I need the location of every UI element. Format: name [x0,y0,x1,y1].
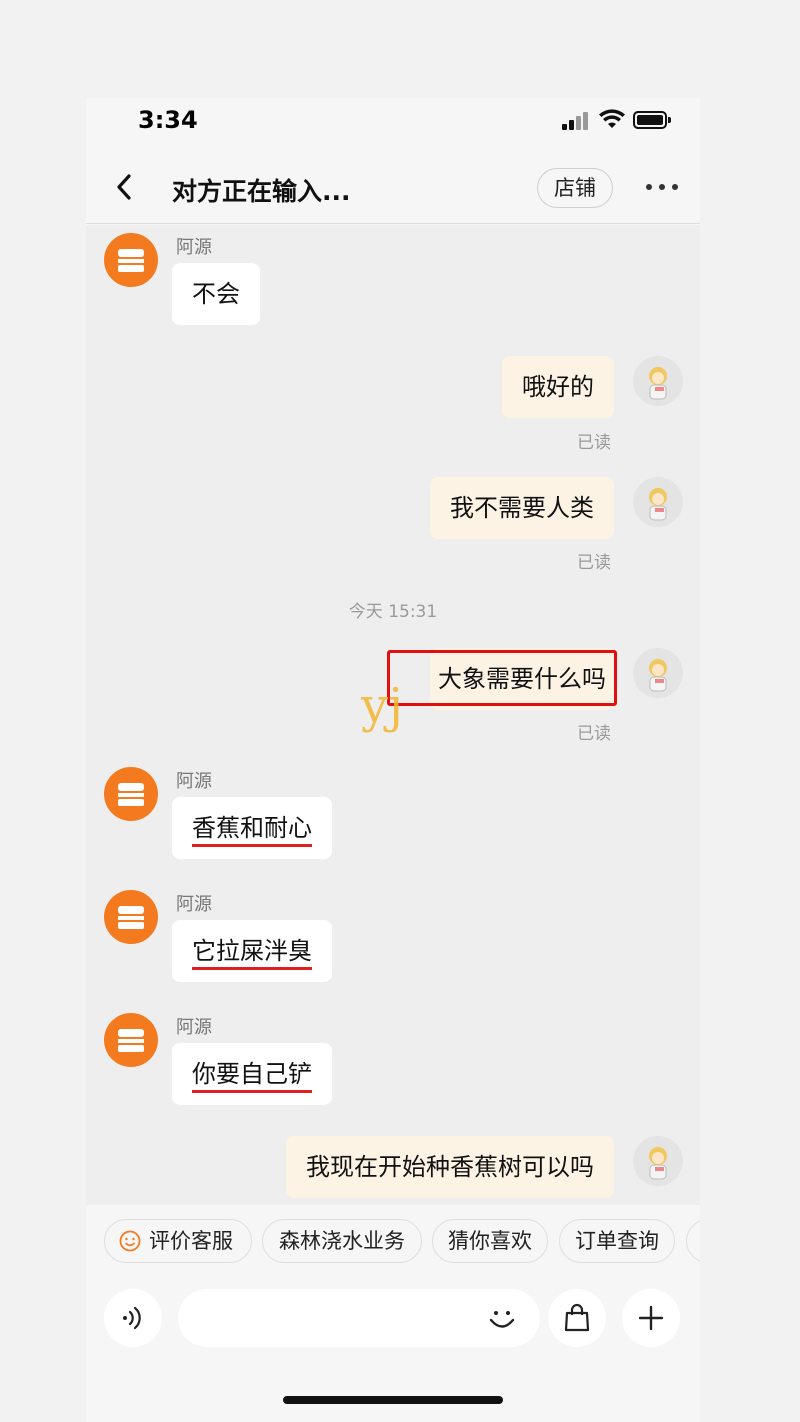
highlight-box [387,650,617,706]
user-avatar[interactable] [633,477,683,527]
shop-avatar[interactable] [104,1013,158,1067]
bag-icon [564,1303,590,1332]
chat-title: 对方正在输入... [172,177,351,206]
message-bubble[interactable]: 它拉屎泮臭 [172,920,332,982]
bag-button[interactable] [548,1289,606,1347]
shop-avatar[interactable] [104,767,158,821]
user-avatar[interactable] [633,1136,683,1186]
smile-icon [119,1230,141,1252]
sender-name: 阿源 [176,771,212,792]
quick-reply-chip[interactable]: 猜你喜欢 [432,1219,548,1263]
sender-name: 阿源 [176,1017,212,1038]
read-status: 已读 [577,553,611,573]
back-icon[interactable] [112,172,138,202]
battery-icon [633,111,671,129]
plus-icon [638,1305,664,1331]
home-indicator[interactable] [283,1396,503,1404]
quick-reply-chip[interactable]: 森林浇水业务 [262,1219,422,1263]
message-bubble[interactable]: 香蕉和耐心 [172,797,332,859]
message-bubble[interactable]: 不会 [172,263,260,325]
timestamp: 今天 15:31 [348,602,438,622]
message-text: 香蕉和耐心 [192,814,312,842]
more-icon[interactable] [646,184,680,192]
chat-area[interactable]: 阿源 不会 哦好的 已读 我不需要人类 已读 今天 15:31 大象需要什么吗 … [86,225,700,1205]
underline-mark [192,1090,312,1093]
watermark: yj [361,678,403,734]
plus-button[interactable] [622,1289,680,1347]
quick-reply-chip[interactable]: 评价客服 [104,1219,252,1263]
quick-reply-chip[interactable]: 订单查询 [559,1219,675,1263]
underline-mark [192,967,312,970]
voice-icon [123,1306,141,1330]
shop-avatar[interactable] [104,890,158,944]
shop-button[interactable]: 店铺 [537,168,613,208]
message-bubble[interactable]: 哦好的 [502,356,614,418]
user-avatar[interactable] [633,356,683,406]
read-status: 已读 [577,433,611,453]
voice-button[interactable] [104,1289,162,1347]
message-bubble[interactable]: 我不需要人类 [430,477,614,539]
chat-header: 对方正在输入... 店铺 [86,150,700,224]
read-status: 已读 [577,724,611,744]
message-text: 你要自己铲 [192,1060,312,1088]
signal-icon [562,110,590,130]
quick-reply-bar: 评价客服 森林浇水业务 猜你喜欢 订单查询 [86,1205,700,1283]
message-bubble[interactable]: 你要自己铲 [172,1043,332,1105]
shop-avatar[interactable] [104,233,158,287]
emoji-icon[interactable] [486,1303,518,1335]
sender-name: 阿源 [176,237,212,258]
underline-mark [192,844,312,847]
status-time: 3:34 [138,106,198,134]
wifi-icon [599,109,625,128]
quick-reply-label: 评价客服 [149,1229,233,1253]
sender-name: 阿源 [176,894,212,915]
message-bubble[interactable]: 我现在开始种香蕉树可以吗 [286,1136,614,1198]
user-avatar[interactable] [633,648,683,698]
quick-reply-chip-partial[interactable] [686,1219,700,1263]
message-text: 它拉屎泮臭 [192,937,312,965]
